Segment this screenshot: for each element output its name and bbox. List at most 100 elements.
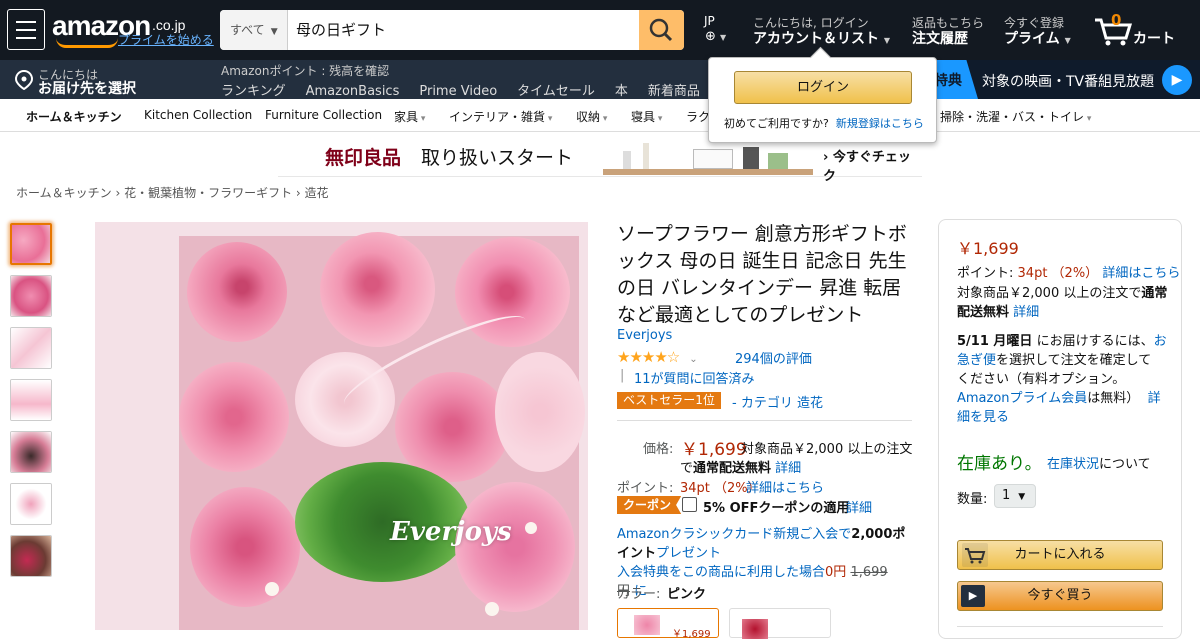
deliver-to-button[interactable]: お届け先を選択 (38, 78, 136, 98)
banner-furniture-illustration (603, 139, 813, 177)
breadcrumb-separator: › (111, 186, 125, 200)
rating-count-link[interactable]: 294個の評価 (735, 348, 812, 367)
search-input[interactable]: 母の日ギフト (288, 10, 639, 50)
coupon-text: 5% OFFクーポンの適用 (703, 501, 850, 516)
logo-smile-icon (56, 38, 118, 48)
star-icon: ★★★★☆ (617, 348, 680, 366)
chevron-down-icon: ▾ (1084, 114, 1092, 124)
chevron-down-icon: ▾ (600, 114, 608, 124)
card-promo[interactable]: Amazonクラシックカード新規ご入会で2,000ポイントプレゼント 入会特典を… (617, 525, 912, 601)
buybox-shipping-link[interactable]: 詳細 (1013, 305, 1039, 320)
divider: | (620, 368, 625, 383)
promo-text: 対象の映画・TV番組見放題 (982, 74, 1155, 90)
banner-text: 取り扱いスタート (421, 147, 574, 169)
category-storage[interactable]: 収納 ▾ (576, 108, 607, 125)
banner-link-label: 今すぐチェック (823, 150, 911, 184)
bestseller-category-link[interactable]: - カテゴリ 造花 (732, 392, 823, 411)
globe-icon[interactable]: ⊕ ▼ (705, 29, 726, 44)
search-bar: すべて ▼ 母の日ギフト (220, 10, 684, 50)
subnav-link-new[interactable]: 新着商品 (648, 84, 700, 99)
add-to-cart-button[interactable]: カートに入れる (957, 540, 1163, 570)
prime-video-promo[interactable]: 特典 対象の映画・TV番組見放題 ▶ (920, 60, 1200, 99)
account-lists-button[interactable]: アカウント＆リスト ▼ (753, 28, 890, 48)
register-link[interactable]: 新規登録はこちら (836, 117, 924, 130)
points-details-link[interactable]: 詳細はこちら (746, 477, 824, 496)
language-label[interactable]: JP (704, 14, 715, 28)
thumbnail-6[interactable] (10, 483, 52, 525)
hamburger-menu-button[interactable] (7, 9, 45, 50)
swatch-price: ￥1,699 (672, 629, 711, 640)
coupon-checkbox[interactable] (682, 497, 697, 512)
express-link-2[interactable]: 急ぎ便 (957, 353, 996, 368)
quantity-value: 1 (1002, 488, 1011, 503)
subnav-link-prime-video[interactable]: Prime Video (419, 84, 497, 99)
orders-link[interactable]: 注文履歴 (912, 28, 968, 48)
category-kitchen-collection[interactable]: Kitchen Collection (144, 108, 252, 122)
thumbnail-1[interactable] (10, 223, 52, 265)
banner-link[interactable]: › 今すぐチェック (823, 146, 922, 184)
quantity-label: 数量: (957, 492, 988, 507)
category-interior-label: インテリア・雑貨 (449, 110, 546, 124)
category-furniture-collection[interactable]: Furniture Collection (265, 108, 382, 122)
thumbnail-7[interactable] (10, 535, 52, 577)
detail-link[interactable]: 詳 (1148, 391, 1161, 406)
buybox-points-link[interactable]: 詳細はこちら (1102, 266, 1180, 281)
prime-signup-link[interactable]: プライムを始める (118, 31, 214, 48)
stock-link[interactable]: 在庫状況 (1047, 457, 1099, 472)
brand-link[interactable]: Everjoys (617, 328, 672, 343)
breadcrumb-flowers[interactable]: 花・観葉植物・フラワーギフト (124, 186, 292, 200)
amazon-points-link[interactable]: Amazonポイント : 残高を確認 (221, 62, 389, 79)
category-raku[interactable]: ラク (686, 108, 710, 125)
price-label: 価格: (643, 442, 674, 457)
prime-menu-button[interactable]: プライム ▼ (1004, 28, 1071, 48)
category-bedding[interactable]: 寝具 ▾ (631, 108, 662, 125)
bestseller-badge[interactable]: ベストセラー1位 (617, 392, 721, 409)
register-line: 初めてご利用ですか? 新規登録はこちら (724, 115, 924, 131)
breadcrumb-artificial-flowers[interactable]: 造花 (305, 186, 329, 200)
prime-text: は無料） (1087, 391, 1140, 406)
coupon-details-link[interactable]: 詳細 (846, 497, 872, 516)
search-button[interactable] (639, 10, 684, 50)
cart-label: カート (1133, 31, 1175, 47)
category-home-kitchen[interactable]: ホーム＆キッチン (26, 108, 122, 125)
category-interior[interactable]: インテリア・雑貨 ▾ (449, 108, 552, 125)
breadcrumb-home-kitchen[interactable]: ホーム＆キッチン (16, 186, 112, 200)
cart-button[interactable]: 0 カート (1093, 11, 1188, 48)
express-link[interactable]: お (1154, 334, 1167, 349)
thumbnail-2[interactable] (10, 275, 52, 317)
thumbnail-4[interactable] (10, 379, 52, 421)
answered-questions-link[interactable]: 11が質問に回答済み (634, 368, 755, 387)
prime-member-link[interactable]: Amazonプライム会員 (957, 391, 1087, 406)
shipping-details-link[interactable]: 詳細 (775, 461, 801, 476)
thumbnail-5[interactable] (10, 431, 52, 473)
buybox-shipping-text: 対象商品￥2,000 以上の注文で (957, 286, 1142, 301)
search-category-label: すべて (230, 23, 265, 37)
breadcrumb: ホーム＆キッチン › 花・観葉植物・フラワーギフト › 造花 (16, 184, 329, 201)
product-main-image[interactable]: Everjoys (95, 222, 588, 630)
subnav-link-books[interactable]: 本 (615, 84, 628, 99)
chevron-down-icon: ▾ (655, 114, 663, 124)
category-cleaning[interactable]: 掃除・洗濯・バス・トイレ ▾ (940, 108, 1091, 125)
color-swatch-pink[interactable]: ￥1,699 (617, 608, 719, 640)
category-furniture[interactable]: 家具 ▾ (394, 108, 425, 125)
quantity-select[interactable]: 1 ▼ (994, 484, 1036, 508)
buybox-shipping-bold: 通常 (1141, 286, 1168, 301)
subnav-link-amazonbasics[interactable]: AmazonBasics (306, 84, 400, 99)
promo-badge: 特典 (934, 73, 962, 89)
cart-count: 0 (1111, 11, 1122, 29)
subnav-link-ranking[interactable]: ランキング (221, 84, 286, 99)
color-swatch-red[interactable] (729, 608, 831, 639)
detail-link-2[interactable]: 細を見る (957, 410, 1009, 425)
subnav-link-timesale[interactable]: タイムセール (517, 84, 595, 99)
category-cleaning-label: 掃除・洗濯・バス・トイレ (940, 110, 1085, 124)
chevron-down-icon: ▼ (883, 36, 891, 45)
buy-now-button[interactable]: ▶ 今すぐ買う (957, 581, 1163, 611)
thumbnail-3[interactable] (10, 327, 52, 369)
rose-shape (320, 232, 435, 347)
login-button[interactable]: ログイン (734, 71, 912, 104)
card-promo-zero: 0円 (825, 565, 847, 580)
banner-brand: 無印良品 (325, 147, 402, 169)
star-rating[interactable]: ★★★★☆ ⌄ (617, 348, 698, 366)
search-category-select[interactable]: すべて ▼ (220, 10, 288, 50)
rose-shape (187, 242, 287, 342)
